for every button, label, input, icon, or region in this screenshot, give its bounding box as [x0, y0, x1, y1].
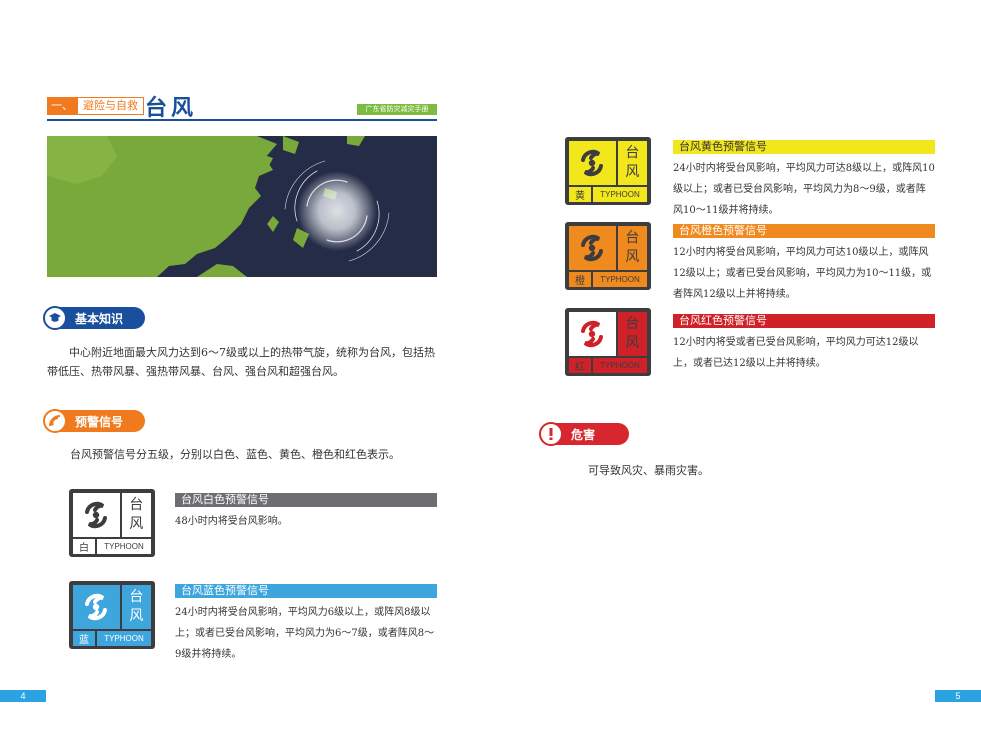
manual-badge: 广东省防灾减灾手册	[357, 104, 437, 115]
section-tab: 一、 避险与自救	[47, 97, 144, 115]
signal-typhoon-label: TYPHOON	[97, 539, 151, 554]
signal-level: 黄	[569, 187, 591, 202]
signal-description-4: 12小时内将受或者已受台风影响，平均风力可达12级以上，或者已达12级以上并将持…	[673, 337, 919, 369]
signal-icon-0: 台风白 TYPHOON	[69, 489, 155, 557]
signal-title-2: 台风黄色预警信号	[673, 140, 935, 154]
section-name: 避险与自救	[77, 97, 144, 115]
signal-typhoon-label: TYPHOON	[97, 631, 151, 646]
signal-char-1: 台	[625, 316, 640, 332]
radar-icon	[43, 409, 67, 433]
signal-char-1: 台	[129, 497, 144, 513]
signal-char-1: 台	[129, 589, 144, 605]
signal-chars: 台风	[617, 312, 647, 356]
signal-level: 白	[73, 539, 95, 554]
page-number-right: 5	[935, 690, 981, 702]
page-number-left: 4	[0, 690, 46, 702]
basic-knowledge-label: 基本知识	[75, 311, 124, 326]
signal-typhoon-label: TYPHOON	[593, 272, 647, 287]
signal-icon-1: 台风蓝 TYPHOON	[69, 581, 155, 649]
basic-knowledge-heading: 基本知识	[43, 306, 145, 330]
signal-description-2: 24小时内将受台风影响，平均风力可达8级以上，或阵风10级以上；或者已受台风影响…	[673, 163, 935, 216]
signal-char-2: 风	[129, 608, 144, 624]
signal-level: 红	[569, 358, 591, 373]
exclamation-icon	[539, 422, 563, 446]
signal-title-4: 台风红色预警信号	[673, 314, 935, 328]
typhoon-swirl-icon	[569, 312, 616, 356]
section-number: 一、	[47, 97, 77, 115]
signal-icon-3: 台风橙 TYPHOON	[565, 222, 651, 290]
signal-char-2: 风	[625, 164, 640, 180]
signal-char-2: 风	[129, 516, 144, 532]
signal-chars: 台风	[617, 226, 647, 270]
typhoon-swirl-icon	[73, 585, 120, 629]
signal-typhoon-label: TYPHOON	[593, 187, 647, 202]
typhoon-swirl-icon	[73, 493, 120, 537]
signal-chars: 台风	[121, 493, 151, 537]
header-rule	[47, 119, 437, 121]
signal-char-2: 风	[625, 335, 640, 351]
signal-description-1: 24小时内将受台风影响，平均风力6级以上，或阵风8级以上；或者已受台风影响，平均…	[175, 607, 435, 660]
signal-chars: 台风	[121, 585, 151, 629]
warning-intro-text: 台风预警信号分五级，分别以白色、蓝色、黄色、橙色和红色表示。	[70, 448, 400, 461]
hazard-label: 危害	[571, 427, 596, 442]
signal-level: 蓝	[73, 631, 95, 646]
signal-chars: 台风	[617, 141, 647, 185]
signal-description-0: 48小时内将受台风影响。	[175, 516, 288, 527]
typhoon-swirl-icon	[569, 141, 616, 185]
signal-icon-4: 台风红 TYPHOON	[565, 308, 651, 376]
signal-char-1: 台	[625, 230, 640, 246]
page-title: 台风	[145, 96, 198, 121]
warning-signal-heading: 预警信号	[43, 409, 145, 433]
signal-level: 橙	[569, 272, 591, 287]
signal-char-1: 台	[625, 145, 640, 161]
signal-description-3: 12小时内将受台风影响，平均风力可达10级以上，或阵风12级以上；或者已受台风影…	[673, 247, 932, 300]
hazard-heading: 危害	[539, 422, 629, 446]
signal-char-2: 风	[625, 249, 640, 265]
basic-knowledge-text: 中心附近地面最大风力达到6～7级或以上的热带气旋，统称为台风，包括热带低压、热带…	[47, 346, 435, 378]
graduation-cap-icon	[43, 306, 67, 330]
signal-icon-2: 台风黄 TYPHOON	[565, 137, 651, 205]
signal-title-1: 台风蓝色预警信号	[175, 584, 437, 598]
signal-typhoon-label: TYPHOON	[593, 358, 647, 373]
typhoon-swirl-icon	[569, 226, 616, 270]
signal-title-3: 台风橙色预警信号	[673, 224, 935, 238]
hazard-text: 可导致风灾、暴雨灾害。	[588, 464, 709, 477]
typhoon-satellite-map	[47, 136, 437, 277]
warning-signal-label: 预警信号	[75, 414, 124, 429]
signal-title-0: 台风白色预警信号	[175, 493, 437, 507]
